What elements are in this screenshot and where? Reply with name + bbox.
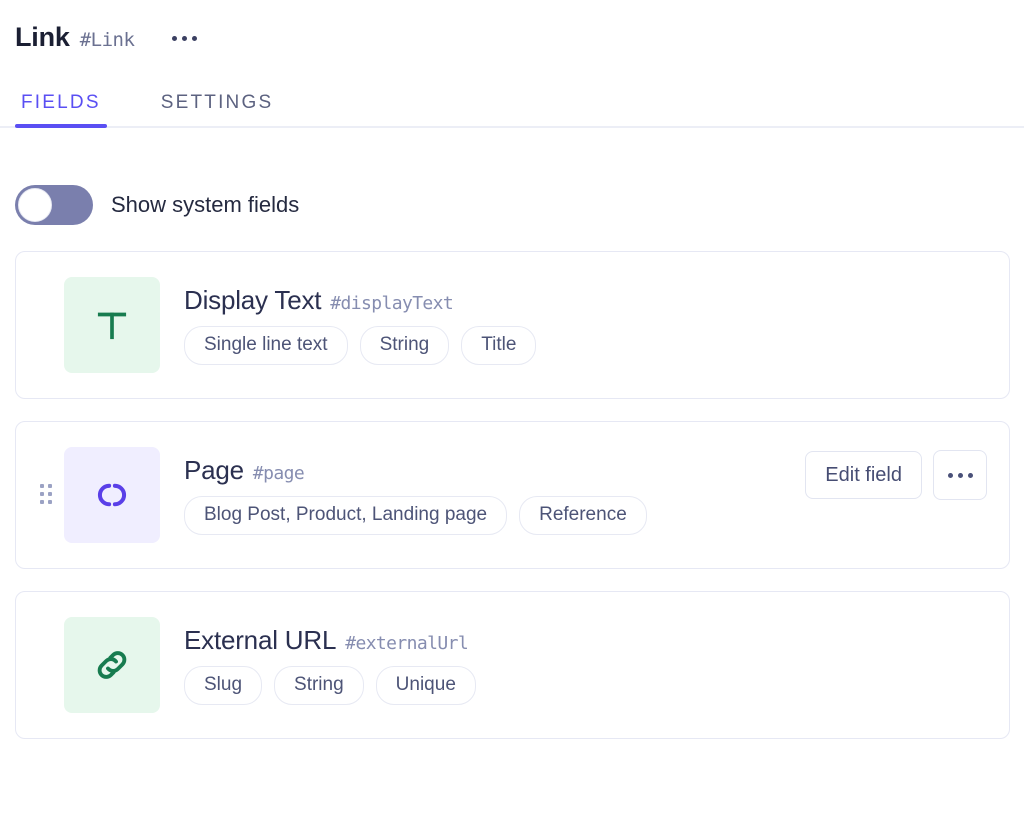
field-tag: Unique <box>375 666 476 705</box>
header: Link #Link <box>0 0 1024 62</box>
content-type-editor: Link #Link FIELDS SETTINGS Show system f… <box>0 0 1024 822</box>
field-row-display-text[interactable]: Display Text #displayText Single line te… <box>15 251 1010 399</box>
field-tags: Slug String Unique <box>184 666 805 705</box>
field-title-row: Page #page <box>184 455 805 486</box>
field-title-row: Display Text #displayText <box>184 285 805 316</box>
field-tag: String <box>359 326 450 365</box>
dot <box>172 35 178 41</box>
field-tag: Reference <box>519 496 647 535</box>
field-tag: Title <box>461 326 537 365</box>
dot <box>192 35 198 41</box>
show-system-fields-label: Show system fields <box>111 192 300 217</box>
drag-handle-icon[interactable] <box>40 484 54 506</box>
field-tag: Single line text <box>184 326 348 365</box>
field-info: Page #page Blog Post, Product, Landing p… <box>184 455 805 535</box>
toggle-knob <box>18 188 52 222</box>
dot <box>947 472 953 478</box>
tab-bar: FIELDS SETTINGS <box>0 82 1024 128</box>
field-id: #displayText <box>330 293 454 315</box>
field-more-menu-button[interactable] <box>933 450 987 500</box>
dot <box>967 472 973 478</box>
field-id: #page <box>252 463 305 485</box>
field-tag: Slug <box>184 666 263 705</box>
fields-list: Display Text #displayText Single line te… <box>0 251 1024 739</box>
show-system-fields-row: Show system fields <box>0 185 1024 225</box>
field-row-page[interactable]: Page #page Blog Post, Product, Landing p… <box>15 421 1010 569</box>
field-tags: Single line text String Title <box>184 326 805 365</box>
tab-settings[interactable]: SETTINGS <box>155 92 280 126</box>
tab-fields[interactable]: FIELDS <box>15 92 107 128</box>
row-actions: Edit field <box>805 450 987 500</box>
field-title: Display Text <box>184 285 322 316</box>
link-rings-icon <box>64 447 160 543</box>
ellipsis-icon[interactable] <box>170 32 199 45</box>
field-tag: String <box>274 666 364 705</box>
field-title: Page <box>184 455 244 486</box>
text-t-icon <box>64 277 160 373</box>
field-title: External URL <box>184 625 337 656</box>
field-title-row: External URL #externalUrl <box>184 625 805 656</box>
field-row-external-url[interactable]: External URL #externalUrl Slug String Un… <box>15 591 1010 739</box>
dot <box>957 472 963 478</box>
field-tag: Blog Post, Product, Landing page <box>184 496 508 535</box>
chain-link-icon <box>64 617 160 713</box>
field-info: External URL #externalUrl Slug String Un… <box>184 625 805 705</box>
page-title: Link <box>15 22 70 52</box>
field-tags: Blog Post, Product, Landing page Referen… <box>184 496 805 535</box>
page-id: #Link <box>79 29 135 51</box>
show-system-fields-toggle[interactable] <box>15 185 93 225</box>
edit-field-button[interactable]: Edit field <box>805 451 922 499</box>
field-info: Display Text #displayText Single line te… <box>184 285 805 365</box>
field-id: #externalUrl <box>345 633 469 655</box>
dot <box>182 35 188 41</box>
